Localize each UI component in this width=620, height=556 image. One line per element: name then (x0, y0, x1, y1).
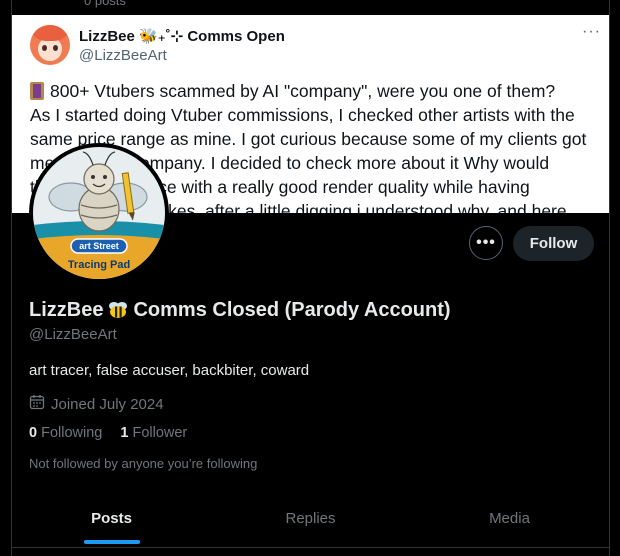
banner-tweet-author-name: LizzBee 🐝₊˚⊹ Comms Open (79, 28, 285, 45)
profile-bio: art tracer, false accuser, backbiter, co… (29, 362, 310, 379)
post-count: 0 posts (84, 0, 126, 8)
profile-tabs: Posts Replies Media (12, 490, 609, 546)
followers-link[interactable]: 1 Follower (120, 425, 187, 441)
following-link[interactable]: 0 Following (29, 425, 102, 441)
join-date: Joined July 2024 (29, 394, 164, 414)
join-date-text: Joined July 2024 (51, 395, 164, 413)
bee-icon (107, 300, 129, 326)
follow-stats: 0 Following 1 Follower (29, 425, 187, 441)
active-tab-indicator (83, 540, 140, 544)
thread-spool-icon (30, 82, 44, 100)
banner-tweet-avatar (30, 25, 70, 65)
timeline-right-border (609, 0, 610, 556)
tracing-pad-bee-illustration: art Street Tracing Pad (33, 147, 165, 279)
follow-button[interactable]: Follow (513, 226, 594, 261)
more-options-button[interactable]: ••• (469, 226, 503, 260)
profile-avatar[interactable]: art Street Tracing Pad (29, 143, 169, 283)
tab-replies[interactable]: Replies (211, 490, 410, 546)
more-options-icon: ••• (476, 234, 496, 251)
banner-tweet-more-icon: ··· (582, 23, 601, 40)
avatar-brand-text: art Street (79, 241, 119, 251)
avatar-product-text: Tracing Pad (68, 259, 130, 271)
profile-handle: @LizzBeeArt (29, 326, 117, 343)
tabs-divider (12, 547, 609, 548)
calendar-icon (29, 394, 45, 414)
tab-media[interactable]: Media (410, 490, 609, 546)
profile-display-name: LizzBee Comms Closed (Parody Account) (29, 299, 451, 326)
tab-posts[interactable]: Posts (12, 490, 211, 546)
banner-tweet-author-handle: @LizzBeeArt (79, 47, 167, 64)
followed-by-text: Not followed by anyone you’re following (29, 456, 258, 471)
avatar-image: art Street Tracing Pad (33, 147, 165, 279)
